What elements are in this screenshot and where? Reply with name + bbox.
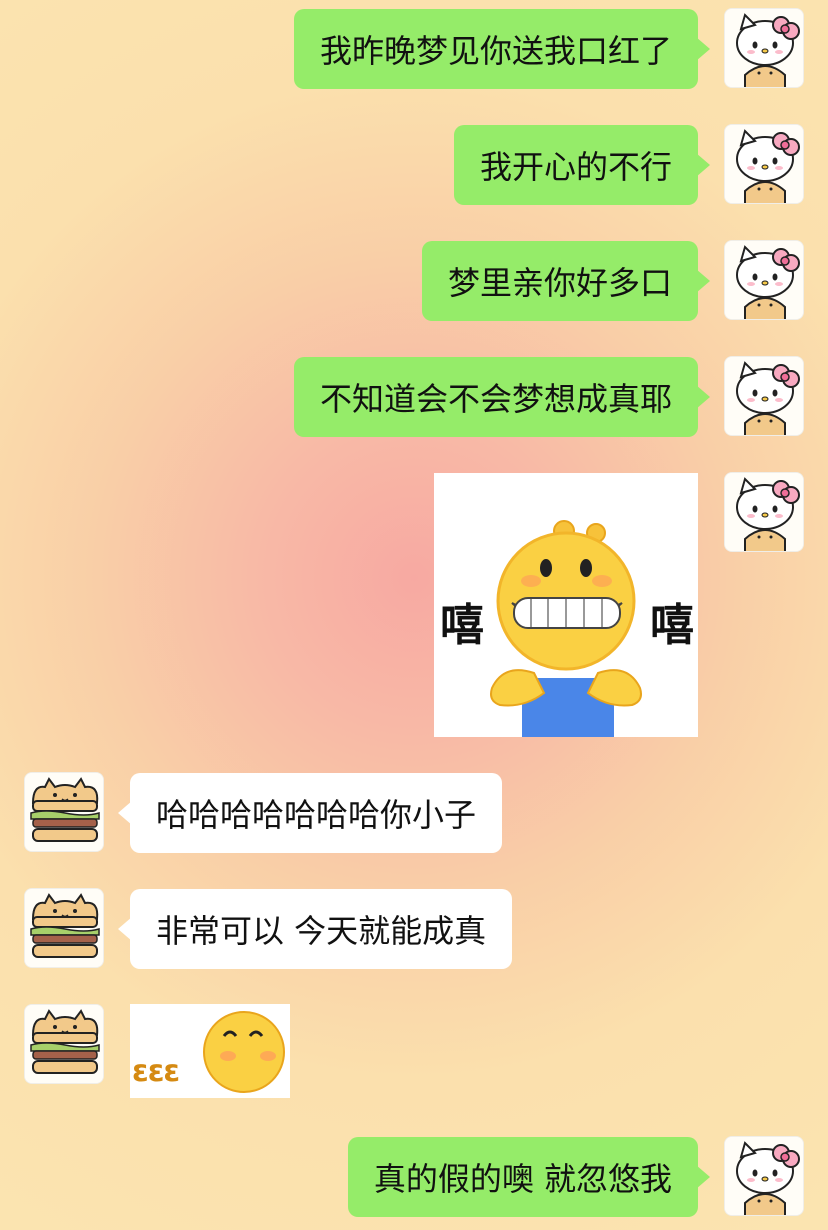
outgoing-message-bubble[interactable]: 我开心的不行 — [453, 125, 711, 205]
bread-cat-avatar[interactable] — [24, 772, 104, 852]
sticker-caption-left: 嘻 — [440, 600, 484, 651]
hello-kitty-icon — [725, 125, 803, 203]
hello-kitty-avatar[interactable] — [724, 8, 804, 88]
message-text: 不知道会不会梦想成真耶 — [319, 380, 672, 418]
bread-cat-icon — [25, 889, 103, 967]
hello-kitty-avatar[interactable] — [724, 1136, 804, 1216]
hello-kitty-avatar[interactable] — [724, 356, 804, 436]
hello-kitty-icon — [725, 473, 803, 551]
hello-kitty-avatar[interactable] — [724, 124, 804, 204]
hello-kitty-avatar[interactable] — [724, 472, 804, 552]
outgoing-message-bubble[interactable]: 梦里亲你好多口 — [421, 241, 711, 321]
grinning-emoji-sticker[interactable]: 嘻 嘻 — [434, 473, 698, 737]
outgoing-message-bubble[interactable]: 真的假的噢 就忽悠我 — [347, 1137, 711, 1217]
incoming-message-bubble[interactable]: 哈哈哈哈哈哈哈你小子 — [117, 773, 503, 853]
message-text: 非常可以 今天就能成真 — [156, 912, 487, 950]
bread-cat-icon — [25, 773, 103, 851]
blowing-kiss-emoji-sticker[interactable]: εεε — [130, 1004, 290, 1098]
outgoing-message-bubble[interactable]: 不知道会不会梦想成真耶 — [293, 357, 711, 437]
bread-cat-avatar[interactable] — [24, 888, 104, 968]
hello-kitty-icon — [725, 1137, 803, 1215]
sticker-caption-right: 嘻 — [650, 600, 694, 651]
hello-kitty-icon — [725, 241, 803, 319]
message-text: 我昨晚梦见你送我口红了 — [319, 32, 672, 70]
bread-cat-icon — [25, 1005, 103, 1083]
message-text: 真的假的噢 就忽悠我 — [373, 1160, 672, 1198]
chat-area: 我昨晚梦见你送我口红了 我开心的不行 梦里亲你好多口 不知道会不会梦想成真耶 嘻… — [0, 0, 828, 1230]
incoming-message-bubble[interactable]: 非常可以 今天就能成真 — [117, 889, 513, 969]
message-text: 我开心的不行 — [479, 148, 672, 186]
outgoing-message-bubble[interactable]: 我昨晚梦见你送我口红了 — [293, 9, 711, 89]
message-text: 哈哈哈哈哈哈哈你小子 — [156, 796, 477, 834]
message-text: 梦里亲你好多口 — [447, 264, 672, 302]
sticker-caption: εεε — [132, 1054, 180, 1089]
bread-cat-avatar[interactable] — [24, 1004, 104, 1084]
hello-kitty-avatar[interactable] — [724, 240, 804, 320]
hello-kitty-icon — [725, 9, 803, 87]
hello-kitty-icon — [725, 357, 803, 435]
